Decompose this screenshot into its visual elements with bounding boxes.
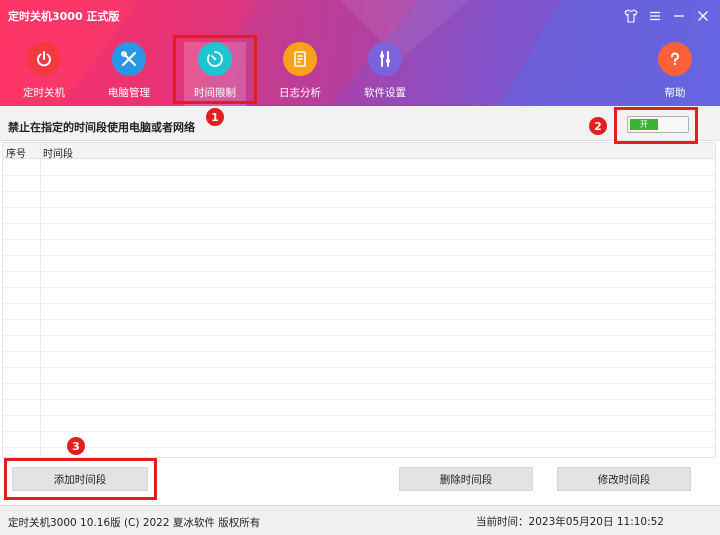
status-bar: 定时关机3000 10.16版 (C) 2022 夏冰软件 版权所有 当前时间：… (0, 505, 720, 535)
window-title: 定时关机3000 正式版 (8, 10, 120, 23)
table-row-line (3, 415, 715, 416)
nav-pc-manage[interactable]: 电脑管理 (99, 42, 159, 100)
table-row-line (3, 319, 715, 320)
nav-label: 电脑管理 (108, 87, 150, 99)
table-row-line (3, 447, 715, 448)
nav-help[interactable]: 帮助 (645, 42, 705, 100)
skin-icon[interactable] (620, 6, 642, 26)
table-row-line (3, 271, 715, 272)
table-row-line (3, 287, 715, 288)
main-nav: 定时关机 电脑管理 时间限制 日志分析 软件设置 帮助 (0, 42, 720, 106)
table-row-line (3, 383, 715, 384)
annotation-number-1: 1 (206, 108, 224, 126)
nav-software-settings[interactable]: 软件设置 (355, 42, 415, 100)
help-icon (658, 42, 692, 76)
table-row-line (3, 207, 715, 208)
nav-label: 帮助 (664, 87, 686, 99)
annotation-number-2: 2 (589, 117, 607, 135)
table-row-line (3, 223, 715, 224)
table-row-line (3, 431, 715, 432)
setting-label: 禁止在指定的时间段使用电脑或者网络 (8, 121, 195, 134)
setting-bar: 禁止在指定的时间段使用电脑或者网络 (0, 106, 720, 141)
table-row-line (3, 399, 715, 400)
nav-label: 软件设置 (364, 87, 406, 99)
table-row-line (3, 191, 715, 192)
settings-icon (368, 42, 402, 76)
annotation-box-2 (614, 107, 698, 144)
tools-icon (112, 42, 146, 76)
nav-log-analysis[interactable]: 日志分析 (270, 42, 330, 100)
close-icon[interactable] (692, 6, 714, 26)
column-header-period: 时间段 (43, 149, 73, 160)
table-header: 序号 时间段 (3, 143, 715, 160)
menu-icon[interactable] (644, 6, 666, 26)
nav-shutdown[interactable]: 定时关机 (14, 42, 74, 100)
header-banner: 定时关机3000 正式版 定时关机 电脑管理 时间限制 日志分析 软件设置 帮助 (0, 0, 720, 106)
column-header-index: 序号 (6, 149, 26, 160)
table-row-line (3, 335, 715, 336)
delete-period-button[interactable]: 删除时间段 (399, 467, 533, 491)
power-icon (27, 42, 61, 76)
annotation-box-3 (4, 458, 157, 500)
copyright-text: 定时关机3000 10.16版 (C) 2022 夏冰软件 版权所有 (8, 517, 261, 529)
window-controls (620, 6, 714, 26)
table-row-line (3, 351, 715, 352)
log-icon (283, 42, 317, 76)
table-row-line (3, 239, 715, 240)
table-row-line (3, 367, 715, 368)
table-row-line (3, 175, 715, 176)
minimize-icon[interactable] (668, 6, 690, 26)
time-period-table: 序号 时间段 (2, 142, 716, 458)
annotation-box-1 (173, 35, 257, 104)
current-time: 当前时间：2023年05月20日 11:10:52 (476, 516, 664, 528)
table-row-line (3, 255, 715, 256)
edit-period-button[interactable]: 修改时间段 (557, 467, 691, 491)
nav-label: 定时关机 (23, 87, 65, 99)
table-row-line (3, 303, 715, 304)
annotation-number-3: 3 (67, 437, 85, 455)
nav-label: 日志分析 (279, 87, 321, 99)
